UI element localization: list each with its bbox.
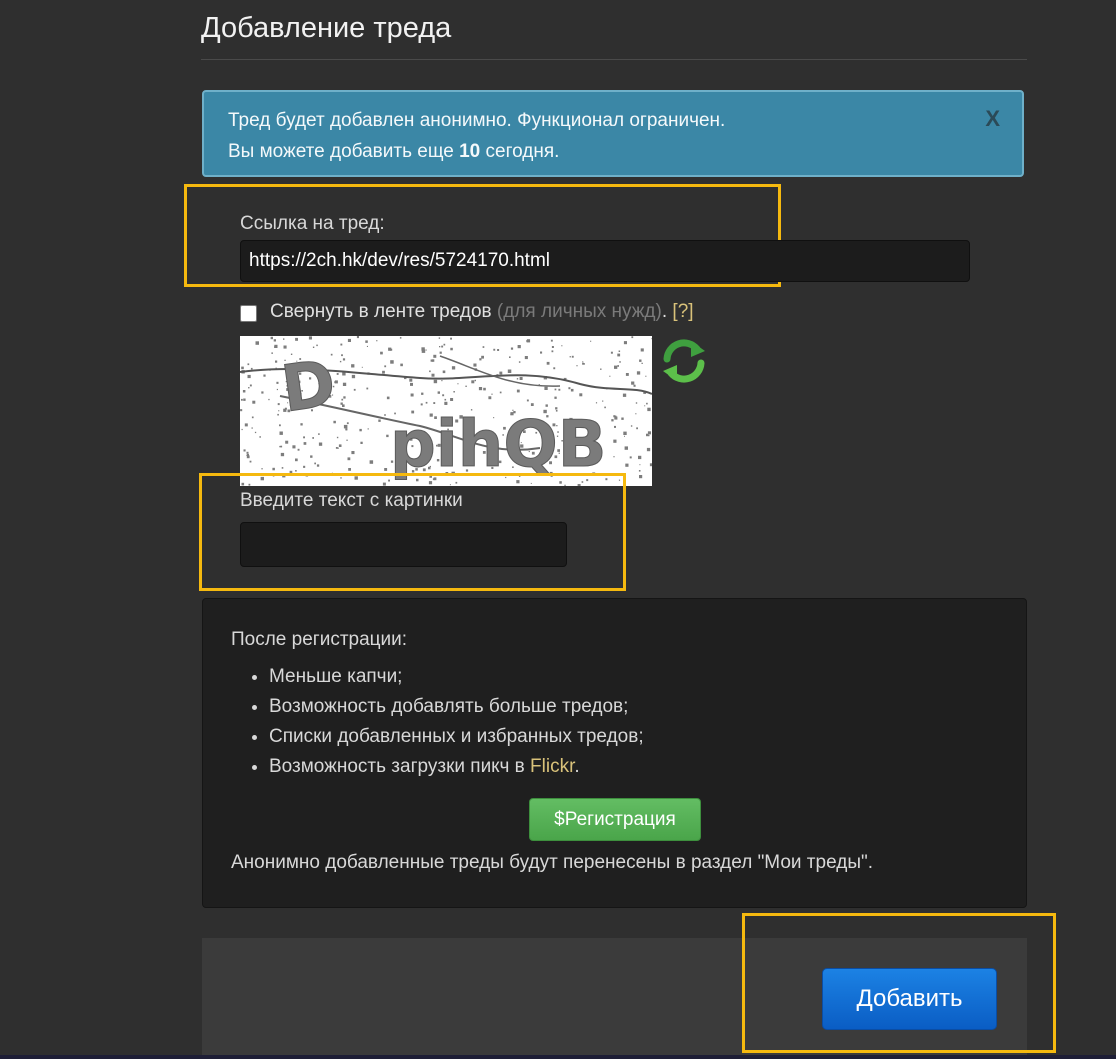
thread-url-input[interactable] [240,240,970,282]
benefit-item: Меньше капчи; [269,665,644,695]
refresh-icon[interactable] [659,337,709,385]
collapse-checkbox[interactable] [240,305,257,322]
alert-limit-count: 10 [459,141,481,162]
benefit-flickr-prefix: Возможность загрузки пикч в [269,756,531,777]
submit-button[interactable]: Добавить [822,968,997,1030]
benefit-flickr-suffix: . [574,756,580,777]
collapse-label: Свернуть в ленте тредов (для личных нужд… [270,301,694,323]
alert-line-2: Вы можете добавить еще 10 сегодня. [228,141,559,163]
bottom-border [0,1055,1116,1059]
alert-limit-prefix: Вы можете добавить еще [228,141,460,162]
close-icon[interactable]: X [985,106,1000,132]
captcha-input[interactable] [240,522,567,567]
register-button[interactable]: $Регистрация [529,798,701,841]
flickr-link[interactable]: Flickr [530,756,574,777]
collapse-label-text: Свернуть в ленте тредов [270,301,492,322]
benefit-item: Возможность загрузки пикч в Flickr. [269,755,644,785]
benefit-item: Возможность добавлять больше тредов; [269,695,644,725]
captcha-label: Введите текст с картинки [240,490,463,511]
collapse-label-note: (для личных нужд) [496,301,662,322]
benefits-list: Меньше капчи; Возможность добавлять боль… [231,665,644,785]
benefit-item: Списки добавленных и избранных тредов; [269,725,644,755]
thread-url-label: Ссылка на тред: [240,213,385,234]
captcha-glyph-2: pihQB [390,408,607,482]
title-divider [201,59,1027,60]
registration-note: Анонимно добавленные треды будут перенес… [231,852,873,873]
registration-panel: После регистрации: Меньше капчи; Возможн… [202,598,1027,908]
info-alert: Тред будет добавлен анонимно. Функционал… [202,90,1024,177]
alert-line-1: Тред будет добавлен анонимно. Функционал… [228,110,726,131]
alert-limit-suffix: сегодня. [480,141,560,162]
collapse-label-sep: . [661,301,668,322]
collapse-help-link[interactable]: [?] [672,301,693,322]
captcha-glyph-1: D [277,347,340,428]
captcha-image: D pihQB [240,336,652,486]
page-title: Добавление треда [201,12,452,44]
registration-intro: После регистрации: [231,629,408,650]
